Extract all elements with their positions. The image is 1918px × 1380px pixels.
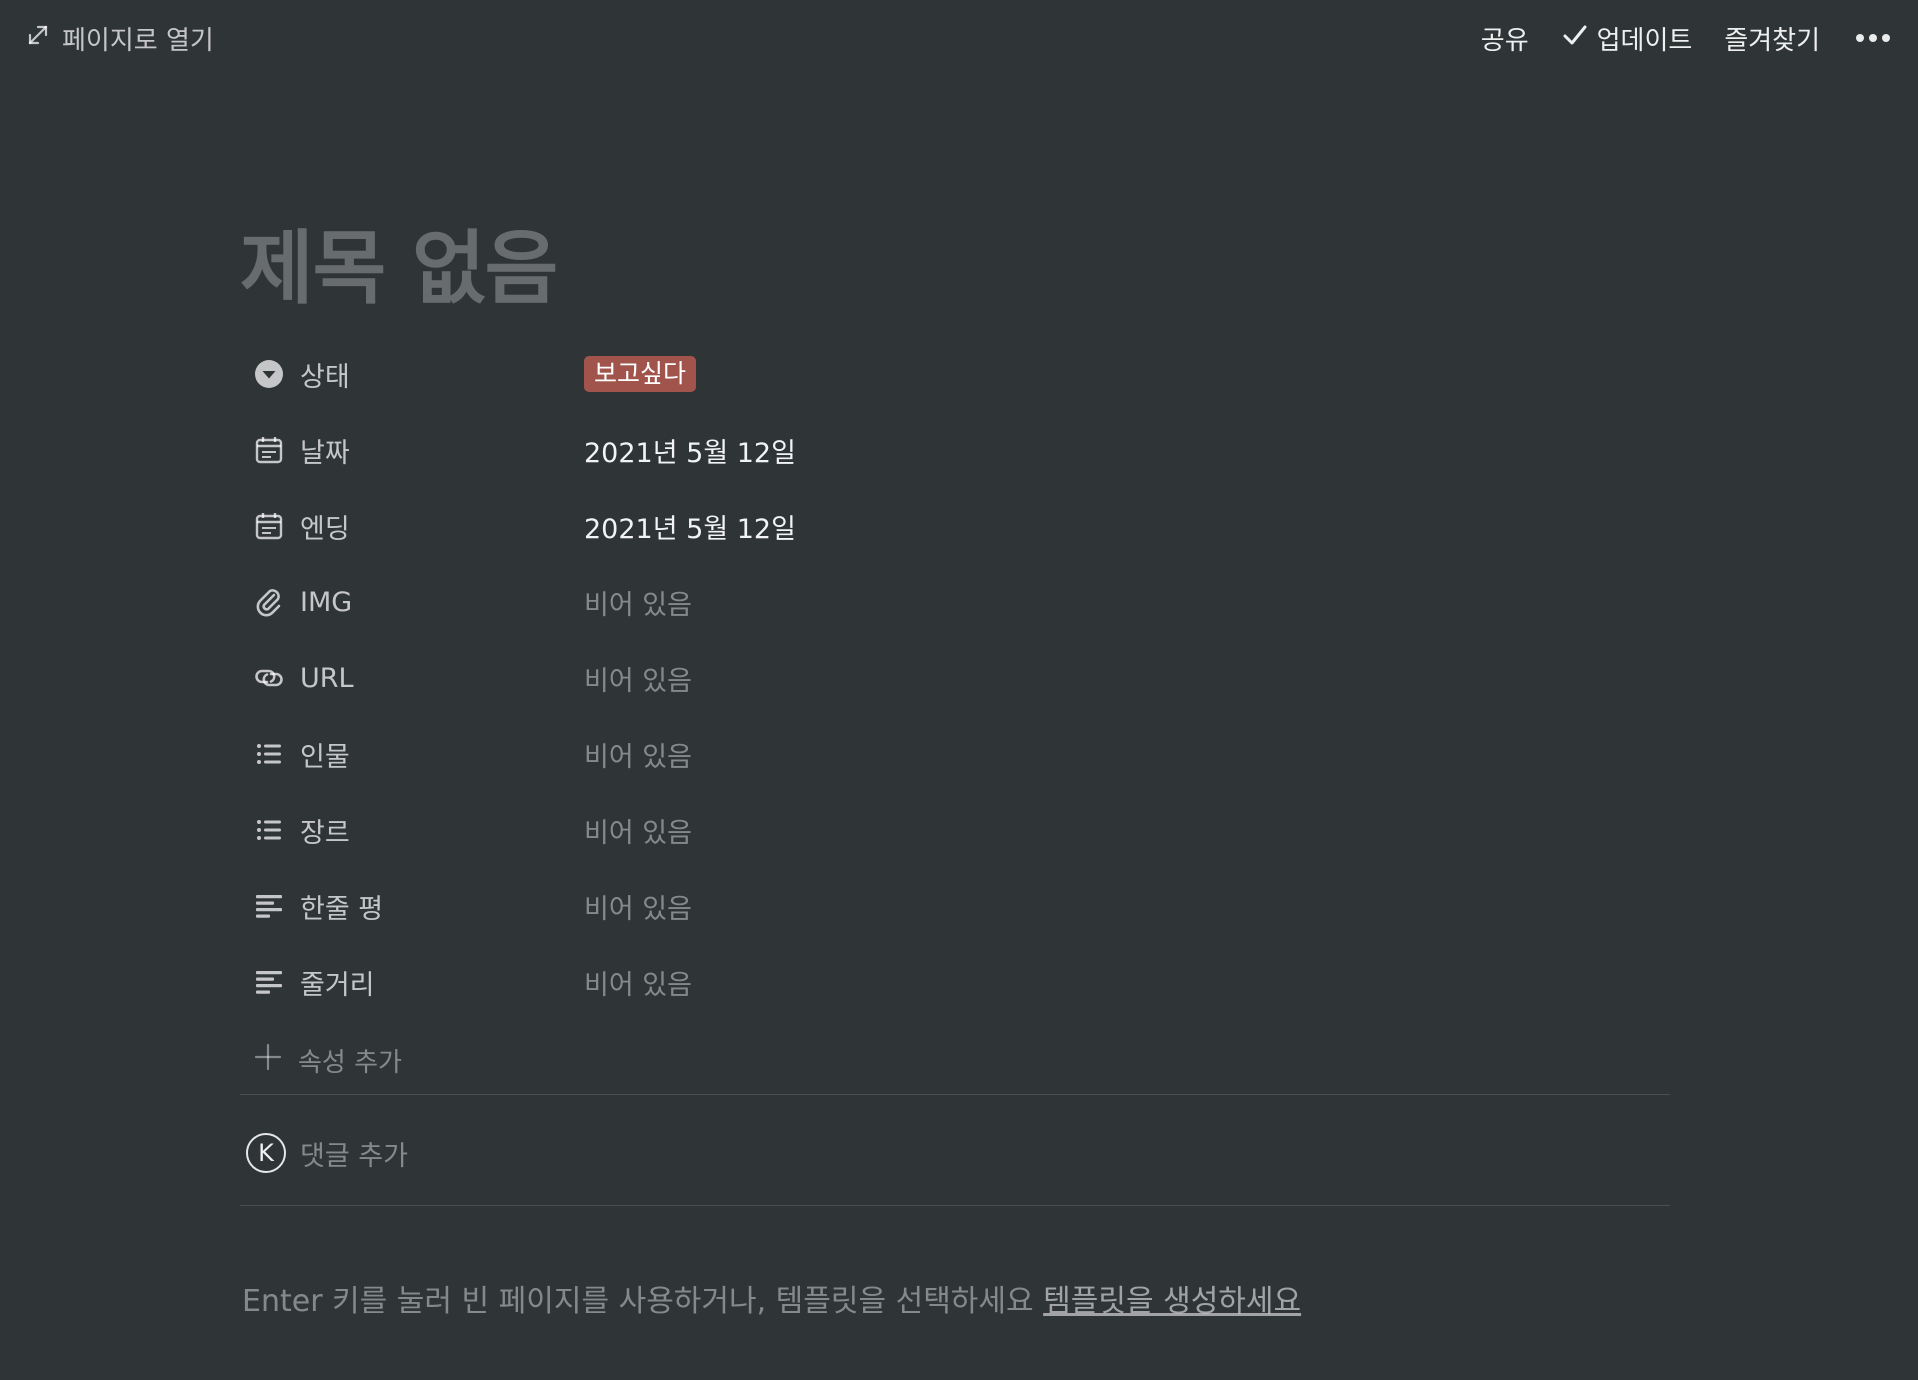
attachment-icon	[252, 585, 286, 619]
empty-page-hint: Enter 키를 눌러 빈 페이지를 사용하거나, 템플릿을 선택하세요 템플릿…	[242, 1276, 1301, 1320]
property-value-url[interactable]: 비어 있음	[584, 659, 692, 698]
hint-text: Enter 키를 눌러 빈 페이지를 사용하거나, 템플릿을 선택하세요	[242, 1284, 1044, 1319]
property-label: 줄거리	[300, 969, 375, 1001]
property-row-url: URL 비어 있음	[240, 640, 1670, 716]
topbar: 페이지로 열기 공유 업데이트 즐겨찾기	[0, 0, 1918, 76]
property-label: 엔딩	[300, 513, 350, 545]
property-name-genre[interactable]: 장르	[240, 811, 584, 850]
property-row-synopsis: 줄거리 비어 있음	[240, 944, 1670, 1020]
multi-select-icon	[252, 813, 286, 847]
plus-icon	[252, 1041, 284, 1080]
property-name-status[interactable]: 상태	[240, 355, 584, 394]
checkmark-icon	[1561, 21, 1589, 56]
link-icon	[252, 661, 286, 695]
property-value-date[interactable]: 2021년 5월 12일	[584, 431, 796, 470]
status-tag: 보고싶다	[584, 356, 697, 392]
property-row-genre: 장르 비어 있음	[240, 792, 1670, 868]
divider	[240, 1205, 1670, 1206]
property-name-url[interactable]: URL	[240, 661, 584, 695]
multi-select-icon	[252, 737, 286, 771]
property-name-ending[interactable]: 엔딩	[240, 507, 584, 546]
property-value-one-line-review[interactable]: 비어 있음	[584, 887, 692, 926]
property-name-one-line-review[interactable]: 한줄 평	[240, 887, 584, 926]
text-icon	[252, 965, 286, 999]
property-value-synopsis[interactable]: 비어 있음	[584, 963, 692, 1002]
calendar-icon	[252, 509, 286, 543]
open-as-page-label: 페이지로 열기	[62, 25, 214, 56]
favorite-button[interactable]: 즐겨찾기	[1724, 20, 1820, 57]
property-row-status: 상태 보고싶다	[240, 336, 1670, 412]
property-label: IMG	[300, 586, 353, 618]
page-title[interactable]: 제목 없음	[240, 204, 558, 320]
property-value-people[interactable]: 비어 있음	[584, 735, 692, 774]
calendar-icon	[252, 433, 286, 467]
share-button[interactable]: 공유	[1481, 20, 1529, 57]
add-comment-row[interactable]: K 댓글 추가	[246, 1128, 408, 1178]
property-name-synopsis[interactable]: 줄거리	[240, 963, 584, 1002]
property-row-one-line-review: 한줄 평 비어 있음	[240, 868, 1670, 944]
updates-label: 업데이트	[1596, 25, 1693, 56]
property-name-date[interactable]: 날짜	[240, 431, 584, 470]
property-label: 상태	[300, 361, 350, 393]
open-as-page-button[interactable]: 페이지로 열기	[26, 20, 214, 57]
add-comment-input[interactable]: 댓글 추가	[300, 1134, 408, 1173]
property-value-ending[interactable]: 2021년 5월 12일	[584, 507, 796, 546]
favorite-label: 즐겨찾기	[1724, 25, 1820, 56]
property-value-genre[interactable]: 비어 있음	[584, 811, 692, 850]
property-value-status[interactable]: 보고싶다	[584, 356, 697, 392]
property-name-img[interactable]: IMG	[240, 585, 584, 619]
add-property-button[interactable]: 속성 추가	[240, 1020, 1670, 1100]
property-label: URL	[300, 662, 354, 694]
more-options-icon[interactable]	[1852, 34, 1894, 42]
property-row-img: IMG 비어 있음	[240, 564, 1670, 640]
expand-arrow-icon	[26, 23, 50, 54]
top-actions: 공유 업데이트 즐겨찾기	[1481, 20, 1894, 57]
property-label: 한줄 평	[300, 893, 384, 925]
add-property-label: 속성 추가	[298, 1047, 402, 1078]
share-label: 공유	[1480, 25, 1529, 56]
property-row-people: 인물 비어 있음	[240, 716, 1670, 792]
property-row-ending: 엔딩 2021년 5월 12일	[240, 488, 1670, 564]
avatar: K	[246, 1133, 286, 1173]
text-icon	[252, 889, 286, 923]
select-icon	[252, 357, 286, 391]
property-value-img[interactable]: 비어 있음	[584, 583, 692, 622]
property-row-date: 날짜 2021년 5월 12일	[240, 412, 1670, 488]
create-template-link[interactable]: 템플릿을 생성하세요	[1043, 1284, 1301, 1319]
property-label: 인물	[300, 741, 350, 773]
updates-button[interactable]: 업데이트	[1561, 20, 1693, 57]
divider	[240, 1094, 1670, 1095]
property-label: 날짜	[300, 437, 350, 469]
property-label: 장르	[300, 817, 350, 849]
property-list: 상태 보고싶다 날짜 2021년 5월 12일 엔딩 2021년 5월 12일 …	[240, 336, 1670, 1100]
property-name-people[interactable]: 인물	[240, 735, 584, 774]
